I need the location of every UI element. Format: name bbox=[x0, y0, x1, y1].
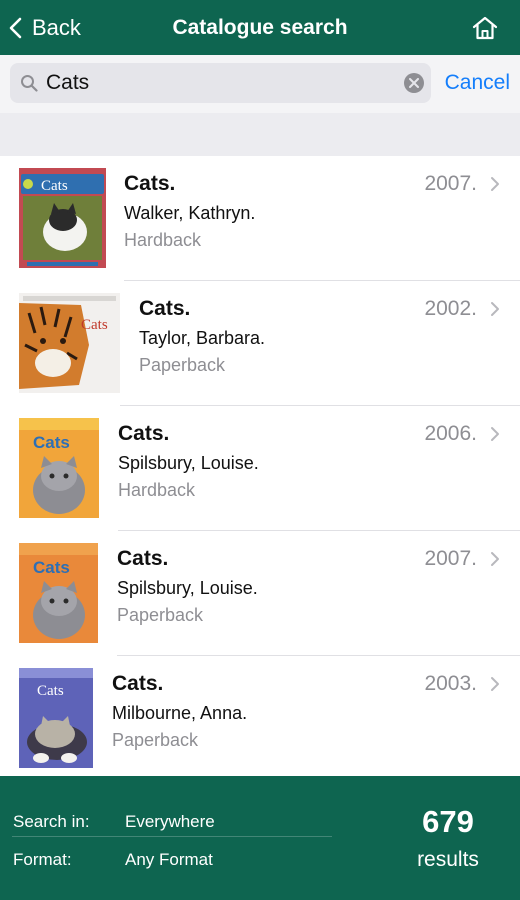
cover-title-text: Cats bbox=[33, 558, 70, 577]
navigation-bar: Back Catalogue search bbox=[0, 0, 520, 55]
result-row[interactable]: Cats Cats. Spilsbury, Louise. Hardback 2… bbox=[0, 406, 520, 531]
book-format: Hardback bbox=[124, 230, 202, 250]
filter-divider bbox=[12, 836, 332, 837]
back-button[interactable]: Back bbox=[8, 0, 81, 55]
results-list: Cats Cats. Walker, Kathryn. Hardback 200… bbox=[0, 156, 520, 776]
book-author: Spilsbury, Louise. bbox=[118, 453, 259, 473]
search-input[interactable] bbox=[46, 63, 386, 103]
chevron-right-icon bbox=[491, 552, 499, 566]
cover-title-text: Cats bbox=[81, 317, 108, 333]
book-cover-image: Cats bbox=[19, 543, 98, 643]
result-row[interactable]: Cats Cats. Milbourne, Anna. Paperback 20… bbox=[0, 656, 520, 776]
book-author: Walker, Kathryn. bbox=[124, 203, 256, 223]
book-title: Cats. bbox=[139, 297, 191, 320]
book-format: Paperback bbox=[139, 355, 226, 375]
book-title: Cats. bbox=[124, 172, 176, 195]
close-icon bbox=[409, 78, 419, 88]
book-year: 2002. bbox=[424, 297, 477, 320]
book-cover-image: Cats bbox=[19, 668, 93, 768]
home-icon[interactable] bbox=[472, 15, 498, 41]
book-title: Cats. bbox=[117, 547, 169, 570]
back-label: Back bbox=[32, 14, 81, 40]
search-icon bbox=[21, 75, 38, 92]
book-cover-image: Cats bbox=[19, 168, 106, 268]
book-title: Cats. bbox=[112, 672, 164, 695]
results-count: 679 bbox=[422, 804, 474, 839]
search-field[interactable] bbox=[10, 63, 431, 103]
book-author: Taylor, Barbara. bbox=[139, 328, 266, 348]
book-year: 2006. bbox=[424, 422, 477, 445]
book-year: 2007. bbox=[424, 172, 477, 195]
cancel-button[interactable]: Cancel bbox=[445, 71, 510, 95]
result-row[interactable]: Cats Cats. Taylor, Barbara. Paperback 20… bbox=[0, 281, 520, 406]
cover-title-text: Cats bbox=[33, 433, 70, 452]
cover-title-text: Cats bbox=[37, 683, 64, 699]
book-format: Paperback bbox=[117, 605, 204, 625]
book-year: 2003. bbox=[424, 672, 477, 695]
chevron-left-icon bbox=[9, 17, 22, 38]
book-cover-image: Cats bbox=[19, 418, 99, 518]
search-filter-footer: Search in: Everywhere Format: Any Format… bbox=[0, 776, 520, 900]
book-cover-image: Cats bbox=[19, 293, 120, 393]
format-label: Format: bbox=[13, 850, 72, 869]
result-row[interactable]: Cats Cats. Spilsbury, Louise. Paperback … bbox=[0, 531, 520, 656]
list-header-spacer bbox=[0, 113, 520, 156]
chevron-right-icon bbox=[491, 302, 499, 316]
chevron-right-icon bbox=[491, 677, 499, 691]
clear-search-button[interactable] bbox=[404, 73, 424, 93]
search-in-selector[interactable]: Everywhere bbox=[125, 812, 215, 832]
result-row[interactable]: Cats Cats. Walker, Kathryn. Hardback 200… bbox=[0, 156, 520, 281]
format-selector[interactable]: Any Format bbox=[125, 850, 213, 870]
book-author: Milbourne, Anna. bbox=[112, 703, 248, 723]
book-title: Cats. bbox=[118, 422, 170, 445]
cover-title-text: Cats bbox=[41, 178, 68, 194]
book-author: Spilsbury, Louise. bbox=[117, 578, 258, 598]
chevron-right-icon bbox=[491, 427, 499, 441]
results-count-label: results bbox=[417, 848, 479, 871]
search-in-label: Search in: bbox=[13, 812, 90, 831]
search-bar: Cancel bbox=[0, 55, 520, 113]
book-year: 2007. bbox=[424, 547, 477, 570]
chevron-right-icon bbox=[491, 177, 499, 191]
book-format: Paperback bbox=[112, 730, 199, 750]
book-format: Hardback bbox=[118, 480, 196, 500]
